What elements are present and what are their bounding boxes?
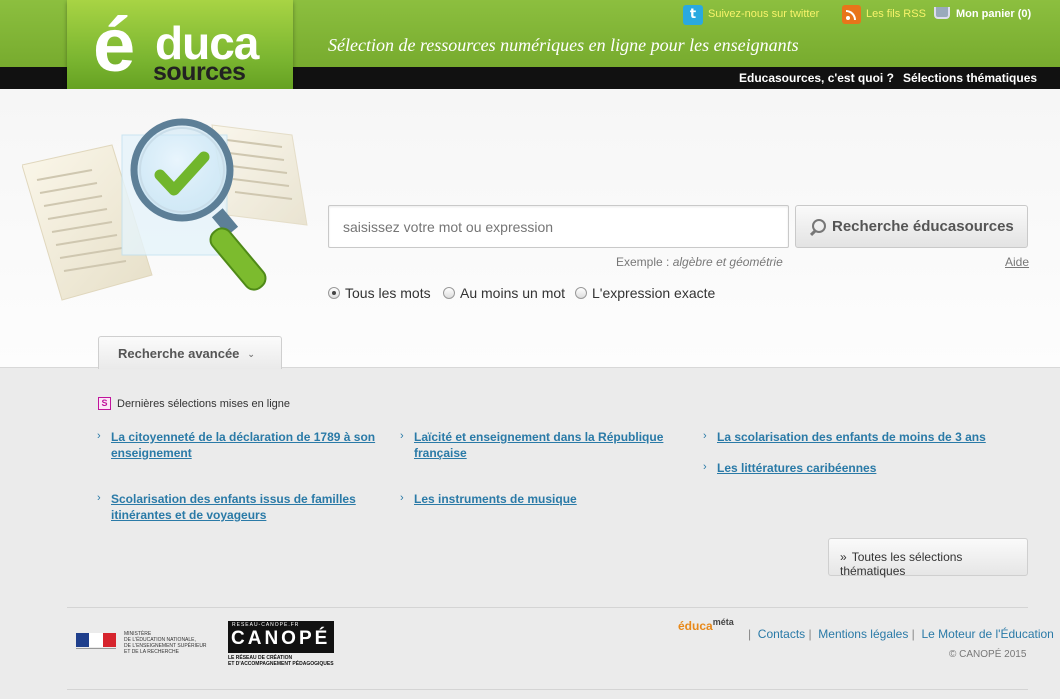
canope-name: CANOPÉ [231, 628, 331, 649]
search-example: Exemple : algèbre et géométrie [616, 255, 783, 269]
search-icon [810, 218, 826, 235]
all-selections-button[interactable]: » Toutes les sélections thématiques [828, 538, 1028, 578]
example-prefix: Exemple : [616, 255, 670, 269]
educameta-sup: méta [712, 617, 734, 627]
legal-link[interactable]: Mentions légales [818, 627, 908, 641]
twitter-link[interactable]: Suivez-nous sur twitter [708, 8, 819, 20]
advanced-search-label: Recherche avancée [118, 346, 240, 361]
flag-icon [76, 633, 116, 647]
basket-link[interactable]: Mon panier (0) [956, 8, 1031, 20]
footer-divider-bottom [67, 689, 1028, 690]
chevron-right-icon: › [400, 430, 404, 442]
mode-any-word[interactable]: Au moins un mot [443, 285, 565, 301]
logo-sources: sources [153, 58, 246, 86]
search-button[interactable]: Recherche éducasources [795, 205, 1028, 248]
canope-sub: LE RÉSEAU DE CRÉATION ET D'ACCOMPAGNEMEN… [228, 655, 334, 667]
educameta-logo[interactable]: éducaméta [678, 617, 734, 633]
chevron-down-icon: ⌄ [247, 349, 255, 360]
footer-divider [67, 607, 1028, 608]
nav-selections[interactable]: Sélections thématiques [903, 71, 1037, 85]
radio-unchecked[interactable] [443, 287, 455, 299]
basket-icon[interactable] [934, 7, 950, 19]
educameta-main: éduca [678, 619, 713, 633]
rss-link[interactable]: Les fils RSS [866, 8, 926, 20]
search-button-label: Recherche éducasources [832, 218, 1014, 235]
advanced-search-tab[interactable]: Recherche avancée ⌄ [98, 336, 282, 369]
selection-link[interactable]: Scolarisation des enfants issus de famil… [111, 491, 381, 523]
mode-exact-phrase-label: L'expression exacte [592, 285, 716, 301]
radio-unchecked[interactable] [575, 287, 587, 299]
help-link[interactable]: Aide [1005, 255, 1029, 269]
mode-all-words[interactable]: Tous les mots [328, 285, 431, 301]
magnifier-illustration-icon [22, 118, 308, 301]
footer-links: | Contacts | Mentions légales | Le Moteu… [748, 627, 1054, 641]
contacts-link[interactable]: Contacts [758, 627, 805, 641]
chevron-right-icon: › [703, 430, 707, 442]
copyright: © CANOPÉ 2015 [949, 649, 1027, 660]
rss-icon[interactable] [842, 5, 861, 24]
chevron-right-icon: › [703, 461, 707, 473]
educasources-logo[interactable]: é duca sources [67, 0, 293, 100]
nav-about[interactable]: Educasources, c'est quoi ? [739, 71, 894, 85]
moteur-link[interactable]: Le Moteur de l'Éducation [921, 627, 1053, 641]
selection-link[interactable]: Laïcité et enseignement dans la Républiq… [414, 429, 684, 461]
radio-checked[interactable] [328, 287, 340, 299]
selection-link[interactable]: La citoyenneté de la déclaration de 1789… [111, 429, 381, 461]
selection-link[interactable]: Les instruments de musique [414, 491, 684, 507]
double-chevron-icon: » [840, 550, 847, 564]
twitter-icon[interactable]: t [683, 5, 703, 25]
chevron-right-icon: › [97, 430, 101, 442]
chevron-right-icon: › [400, 492, 404, 504]
ministry-line: ET DE LA RECHERCHE [124, 649, 179, 655]
logo-e: é [93, 3, 136, 88]
mode-exact-phrase[interactable]: L'expression exacte [575, 285, 715, 301]
canope-logo[interactable]: RESEAU-CANOPE.FR CANOPÉ LE RÉSEAU DE CRÉ… [228, 621, 334, 667]
selection-icon: S [98, 397, 111, 410]
selections-title-text: Dernières sélections mises en ligne [117, 397, 291, 410]
tagline: Sélection de ressources numériques en li… [328, 35, 799, 55]
search-input[interactable] [328, 205, 789, 248]
mode-all-words-label: Tous les mots [345, 285, 431, 301]
chevron-right-icon: › [97, 492, 101, 504]
selection-link[interactable]: Les littératures caribéennes [717, 460, 1017, 476]
mode-any-word-label: Au moins un mot [460, 285, 566, 301]
example-value: algèbre et géométrie [672, 255, 783, 269]
all-selections-label: Toutes les sélections thématiques [840, 550, 963, 578]
selections-title: S Dernières sélections mises en ligne [98, 397, 290, 410]
selection-link[interactable]: La scolarisation des enfants de moins de… [717, 429, 1017, 445]
